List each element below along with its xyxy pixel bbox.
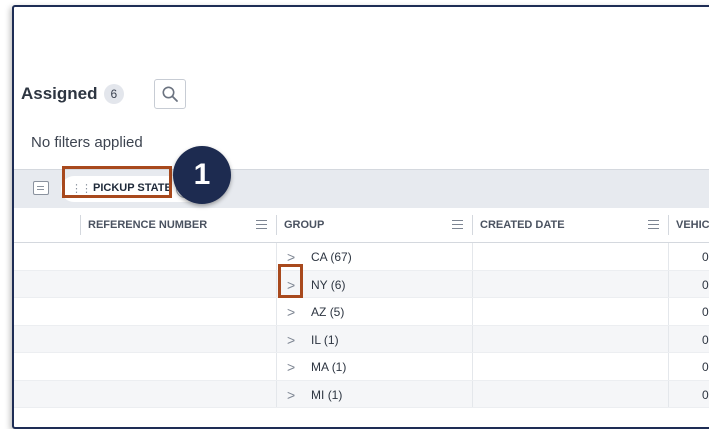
group-label: MI [311, 387, 325, 402]
group-row[interactable]: > CA (67) 0 [14, 243, 709, 271]
group-count: (5) [329, 305, 345, 319]
column-header-row: REFERENCE NUMBER GROUP CREATED DATE VEHI… [14, 208, 709, 243]
count-badge: 6 [103, 84, 125, 104]
chevron-right-icon[interactable]: > [287, 359, 295, 375]
vehicle-cell: 0 [702, 277, 709, 292]
column-menu-icon[interactable] [648, 220, 659, 221]
group-label: CA [311, 250, 328, 264]
vehicle-cell: 0 [702, 305, 709, 319]
group-row[interactable]: > MA (1) 0 [14, 353, 709, 381]
section-header: Assigned 6 [21, 79, 187, 109]
group-label: AZ [311, 305, 327, 319]
vehicle-cell: 0 [702, 360, 709, 374]
group-row[interactable]: > MI (1) 0 [14, 380, 709, 408]
column-header-vehicle[interactable]: VEHIC [676, 208, 709, 242]
group-count: (1) [323, 332, 339, 347]
page-title: Assigned [21, 84, 98, 103]
vehicle-cell: 0 [702, 387, 709, 402]
chevron-right-icon[interactable]: > [287, 249, 295, 265]
group-count: (6) [330, 277, 346, 292]
row-group-icon [33, 181, 49, 195]
highlight-box-expand-chevron [278, 264, 303, 298]
vehicle-cell: 0 [702, 250, 709, 264]
highlight-box-group-chip [62, 166, 172, 198]
grid-body: > CA (67) 0 > NY (6) 0 > AZ (5) 0 > IL (… [14, 243, 709, 408]
chevron-right-icon[interactable]: > [287, 332, 295, 348]
step-callout-badge: 1 [173, 146, 231, 204]
chevron-right-icon[interactable]: > [287, 387, 295, 403]
column-divider [472, 215, 473, 235]
app-window: Assigned 6 No filters applied ⋮⋮ PICKUP … [12, 5, 709, 429]
search-button[interactable] [154, 79, 187, 109]
group-count: (1) [327, 387, 343, 402]
group-label: MA [311, 360, 329, 374]
column-menu-icon[interactable] [256, 220, 267, 221]
group-label: IL [311, 332, 321, 347]
vehicle-cell: 0 [702, 332, 709, 347]
group-row[interactable]: > IL (1) 0 [14, 325, 709, 353]
chevron-right-icon[interactable]: > [287, 304, 295, 320]
group-row[interactable]: > NY (6) 0 [14, 270, 709, 298]
filters-status: No filters applied [31, 134, 143, 151]
column-divider [80, 215, 81, 235]
column-divider [276, 215, 277, 235]
column-divider [668, 215, 669, 235]
column-header-reference-number[interactable]: REFERENCE NUMBER [88, 208, 207, 242]
group-label: NY [311, 277, 328, 292]
column-menu-icon[interactable] [452, 220, 463, 221]
group-count: (67) [330, 250, 352, 264]
search-icon [162, 86, 179, 102]
group-row[interactable]: > AZ (5) 0 [14, 298, 709, 326]
group-count: (1) [331, 360, 347, 374]
column-header-created-date[interactable]: CREATED DATE [480, 208, 565, 242]
column-header-group[interactable]: GROUP [284, 208, 324, 242]
